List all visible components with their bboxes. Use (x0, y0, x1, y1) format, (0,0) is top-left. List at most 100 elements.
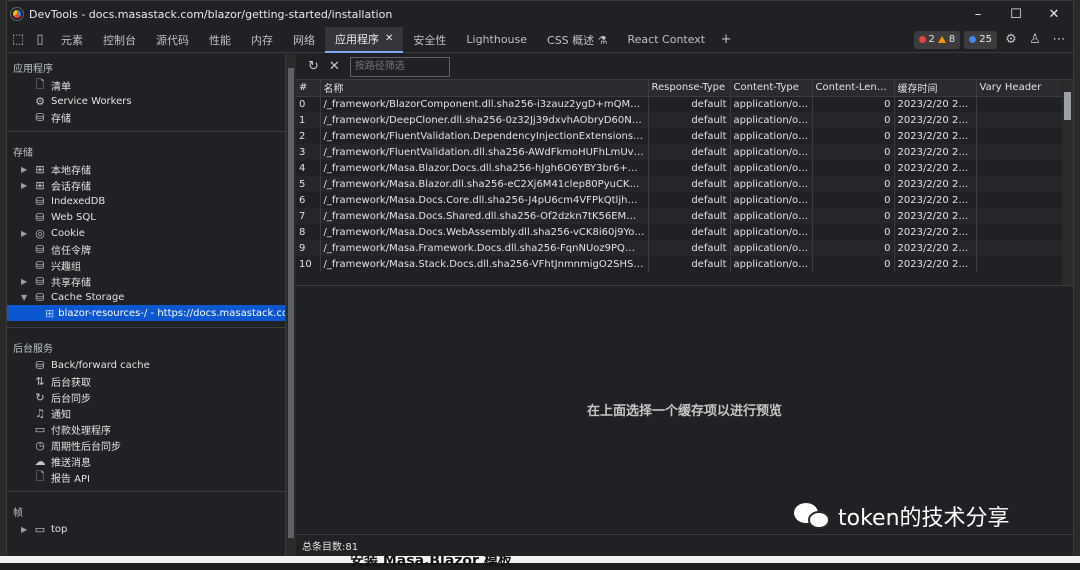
expand-caret-icon[interactable]: ▶ (21, 181, 27, 190)
cell-name: /_framework/Masa.Docs.WebAssembly.dll.sh… (320, 224, 649, 240)
cell-index: 2 (296, 128, 321, 144)
sidebar-item-label: 周期性后台同步 (51, 441, 121, 453)
grid-scrollbar[interactable] (1062, 80, 1073, 285)
sidebar-item-push-messaging[interactable]: ☁ 推送消息 (7, 453, 285, 469)
cell-vary-header (976, 208, 1063, 224)
column-header-content-length[interactable]: Content-Length (812, 80, 895, 97)
sidebar-item-trust-tokens[interactable]: ⛁ 信任令牌 (7, 241, 285, 257)
table-row[interactable]: 4/_framework/Masa.Blazor.Docs.dll.sha256… (296, 160, 1063, 176)
cell-vary-header (976, 96, 1063, 112)
cell-index: 3 (296, 144, 321, 160)
issue-badges: 2 8 25 ⚙ ♙ ⋯ (913, 30, 1073, 49)
cache-entries-table: # 名称 Response-Type Content-Type Content-… (296, 80, 1063, 272)
cell-name: /_framework/Masa.Blazor.Docs.dll.sha256-… (320, 160, 649, 176)
info-badge[interactable]: 25 (964, 30, 997, 49)
cell-content-type: application/oct... (730, 128, 813, 144)
sidebar-item-reporting-api[interactable]: 🗋 报告 API (7, 469, 285, 485)
table-row[interactable]: 1/_framework/DeepCloner.dll.sha256-0z32J… (296, 112, 1063, 128)
column-header-content-type[interactable]: Content-Type (730, 80, 813, 97)
table-row[interactable]: 9/_framework/Masa.Framework.Docs.dll.sha… (296, 240, 1063, 256)
table-row[interactable]: 7/_framework/Masa.Docs.Shared.dll.sha256… (296, 208, 1063, 224)
table-row[interactable]: 10/_framework/Masa.Stack.Docs.dll.sha256… (296, 256, 1063, 272)
cell-cached-time: 2023/2/20 23:2... (894, 144, 977, 160)
sidebar-item-payment-handler[interactable]: ▭ 付款处理程序 (7, 421, 285, 437)
cell-vary-header (976, 240, 1063, 256)
scrollbar-thumb[interactable] (288, 68, 294, 538)
divider (7, 327, 285, 328)
cell-cached-time: 2023/2/20 23:2... (894, 160, 977, 176)
column-header-vary-header[interactable]: Vary Header (976, 80, 1063, 97)
cell-content-length: 0 (812, 256, 895, 272)
sidebar-item-storage-overview[interactable]: ⛁ 存储 (7, 109, 285, 125)
inspect-element-icon[interactable]: ⬚ (7, 29, 29, 51)
column-header-cached-time[interactable]: 缓存时间 (894, 80, 977, 97)
refresh-icon[interactable]: ↻ (308, 59, 319, 74)
sidebar-item-background-fetch[interactable]: ⇅ 后台获取 (7, 373, 285, 389)
sidebar-item-cache-storage[interactable]: ▼ ⛁ Cache Storage (7, 289, 285, 305)
add-tab-icon[interactable]: + (715, 29, 737, 51)
table-row[interactable]: 3/_framework/FluentValidation.dll.sha256… (296, 144, 1063, 160)
sidebar-item-interest-groups[interactable]: ⛁ 兴趣组 (7, 257, 285, 273)
warning-count: 8 (948, 34, 956, 45)
maximize-button[interactable]: ☐ (997, 1, 1035, 27)
scrollbar-thumb[interactable] (1064, 92, 1071, 120)
sidebar-item-cookie[interactable]: ▶ ◎ Cookie (7, 225, 285, 241)
error-warning-badge[interactable]: 2 8 (913, 30, 961, 49)
close-button[interactable]: ✕ (1035, 1, 1073, 27)
column-header-response-type[interactable]: Response-Type (648, 80, 731, 97)
sidebar-scrollbar[interactable] (286, 54, 296, 556)
cell-name: /_framework/DeepCloner.dll.sha256-0z32Jj… (320, 112, 649, 128)
sidebar-item-periodic-sync[interactable]: ◷ 周期性后台同步 (7, 437, 285, 453)
collapse-caret-icon[interactable]: ▼ (21, 293, 27, 302)
sidebar-item-indexeddb[interactable]: ⛁ IndexedDB (7, 193, 285, 209)
table-row[interactable]: 8/_framework/Masa.Docs.WebAssembly.dll.s… (296, 224, 1063, 240)
settings-gear-icon[interactable]: ⚙ (1001, 32, 1021, 47)
tab-memory[interactable]: 内存 (241, 27, 283, 53)
tab-security[interactable]: 安全性 (403, 27, 456, 53)
tab-network[interactable]: 网络 (283, 27, 325, 53)
table-row[interactable]: 0/_framework/BlazorComponent.dll.sha256-… (296, 96, 1063, 112)
sidebar-item-service-workers[interactable]: ⚙ Service Workers (7, 93, 285, 109)
table-row[interactable]: 5/_framework/Masa.Blazor.dll.sha256-eC2X… (296, 176, 1063, 192)
tab-react-context[interactable]: React Context (618, 27, 716, 53)
sidebar-item-notifications[interactable]: ♫ 通知 (7, 405, 285, 421)
expand-caret-icon[interactable]: ▶ (21, 277, 27, 286)
tab-application[interactable]: 应用程序 ✕ (325, 26, 404, 53)
tab-performance[interactable]: 性能 (199, 27, 241, 53)
tab-lighthouse[interactable]: Lighthouse (456, 27, 537, 53)
delete-icon[interactable]: ✕ (329, 59, 340, 74)
more-options-icon[interactable]: ⋯ (1049, 32, 1069, 47)
cell-content-type: application/oct... (730, 208, 813, 224)
sidebar-item-session-storage[interactable]: ▶ ⊞ 会话存储 (7, 177, 285, 193)
user-profile-icon[interactable]: ♙ (1025, 32, 1045, 47)
tab-console[interactable]: 控制台 (93, 27, 146, 53)
device-toolbar-icon[interactable]: ▯ (29, 29, 51, 51)
path-filter-input[interactable] (349, 56, 450, 77)
minimize-button[interactable]: – (959, 1, 997, 27)
sidebar-item-cache-entry[interactable]: ⊞ blazor-resources-/ - https://docs.masas… (7, 305, 285, 321)
column-header-name[interactable]: 名称 (320, 80, 649, 97)
close-tab-icon[interactable]: ✕ (385, 33, 393, 44)
cache-entries-grid: # 名称 Response-Type Content-Type Content-… (296, 80, 1073, 286)
cell-response-type: default (648, 128, 731, 144)
tab-elements[interactable]: 元素 (51, 27, 93, 53)
table-row[interactable]: 2/_framework/FluentValidation.Dependency… (296, 128, 1063, 144)
expand-caret-icon[interactable]: ▶ (21, 229, 27, 238)
tab-sources[interactable]: 源代码 (146, 27, 199, 53)
sidebar-item-shared-storage[interactable]: ▶ ⛁ 共享存储 (7, 273, 285, 289)
tab-css-overview[interactable]: CSS 概述 ⚗ (537, 27, 618, 53)
database-icon: ⛁ (35, 194, 45, 208)
sidebar-item-local-storage[interactable]: ▶ ⊞ 本地存储 (7, 161, 285, 177)
column-header-index[interactable]: # (296, 80, 321, 97)
expand-caret-icon[interactable]: ▶ (21, 525, 27, 534)
cell-content-type: application/oct... (730, 144, 813, 160)
sidebar-item-background-sync[interactable]: ↻ 后台同步 (7, 389, 285, 405)
cell-content-type: application/oct... (730, 96, 813, 112)
sidebar-item-web-sql[interactable]: ⛁ Web SQL (7, 209, 285, 225)
expand-caret-icon[interactable]: ▶ (21, 165, 27, 174)
table-row[interactable]: 6/_framework/Masa.Docs.Core.dll.sha256-J… (296, 192, 1063, 208)
sidebar-item-bfcache[interactable]: ⛁ Back/forward cache (7, 357, 285, 373)
sidebar-item-manifest[interactable]: 🗋 清单 (7, 77, 285, 93)
sidebar-item-frame-top[interactable]: ▶ ▭ top (7, 521, 285, 537)
error-icon (918, 36, 926, 43)
